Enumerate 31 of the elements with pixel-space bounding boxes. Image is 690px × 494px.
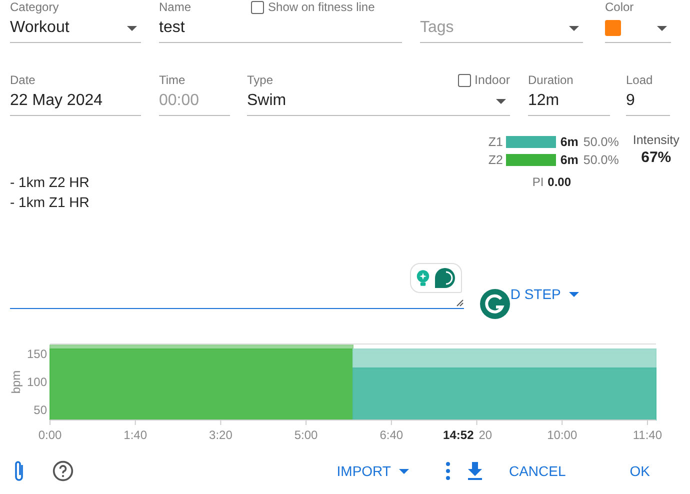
- field-label: Load: [626, 73, 654, 87]
- field-label: Date: [10, 73, 36, 87]
- y-axis-label: bpm: [9, 370, 23, 394]
- x-tick-label: 0:00: [38, 428, 62, 442]
- field-label: Duration: [528, 73, 574, 87]
- zone-percent: 50.0%: [583, 135, 619, 149]
- x-tick-label: 1:40: [124, 428, 148, 442]
- zone-label: Z2: [488, 153, 504, 167]
- x-tick-label: 6:40: [380, 428, 404, 442]
- x-tick-label: 3:20: [209, 428, 232, 442]
- zone-time: 6m: [560, 135, 578, 149]
- y-tick-label: 150: [26, 346, 47, 361]
- y-tick-label: 100: [26, 374, 47, 389]
- intensity-value: 67%: [641, 149, 672, 166]
- field-label: Time: [159, 73, 186, 87]
- x-tick-label: 5:00: [294, 428, 318, 442]
- pi-label: PI: [532, 175, 544, 189]
- y-tick-label: 50: [34, 402, 47, 417]
- x-tick-label: 10:00: [547, 428, 578, 442]
- zone-percent: 50.0%: [583, 153, 619, 167]
- pi-value: 0.00: [548, 175, 572, 189]
- hover-time-label: 14:52: [443, 428, 474, 442]
- field-label: Type: [247, 73, 274, 87]
- x-tick-label: 20: [478, 428, 492, 442]
- zone-time: 6m: [560, 153, 578, 167]
- field-label: Name: [159, 0, 192, 14]
- field-label: Category: [10, 0, 60, 14]
- x-tick-label: 11:40: [632, 428, 662, 442]
- zone-label: Z1: [488, 135, 504, 149]
- intensity-label: Intensity: [632, 133, 680, 147]
- field-label: Color: [605, 0, 635, 14]
